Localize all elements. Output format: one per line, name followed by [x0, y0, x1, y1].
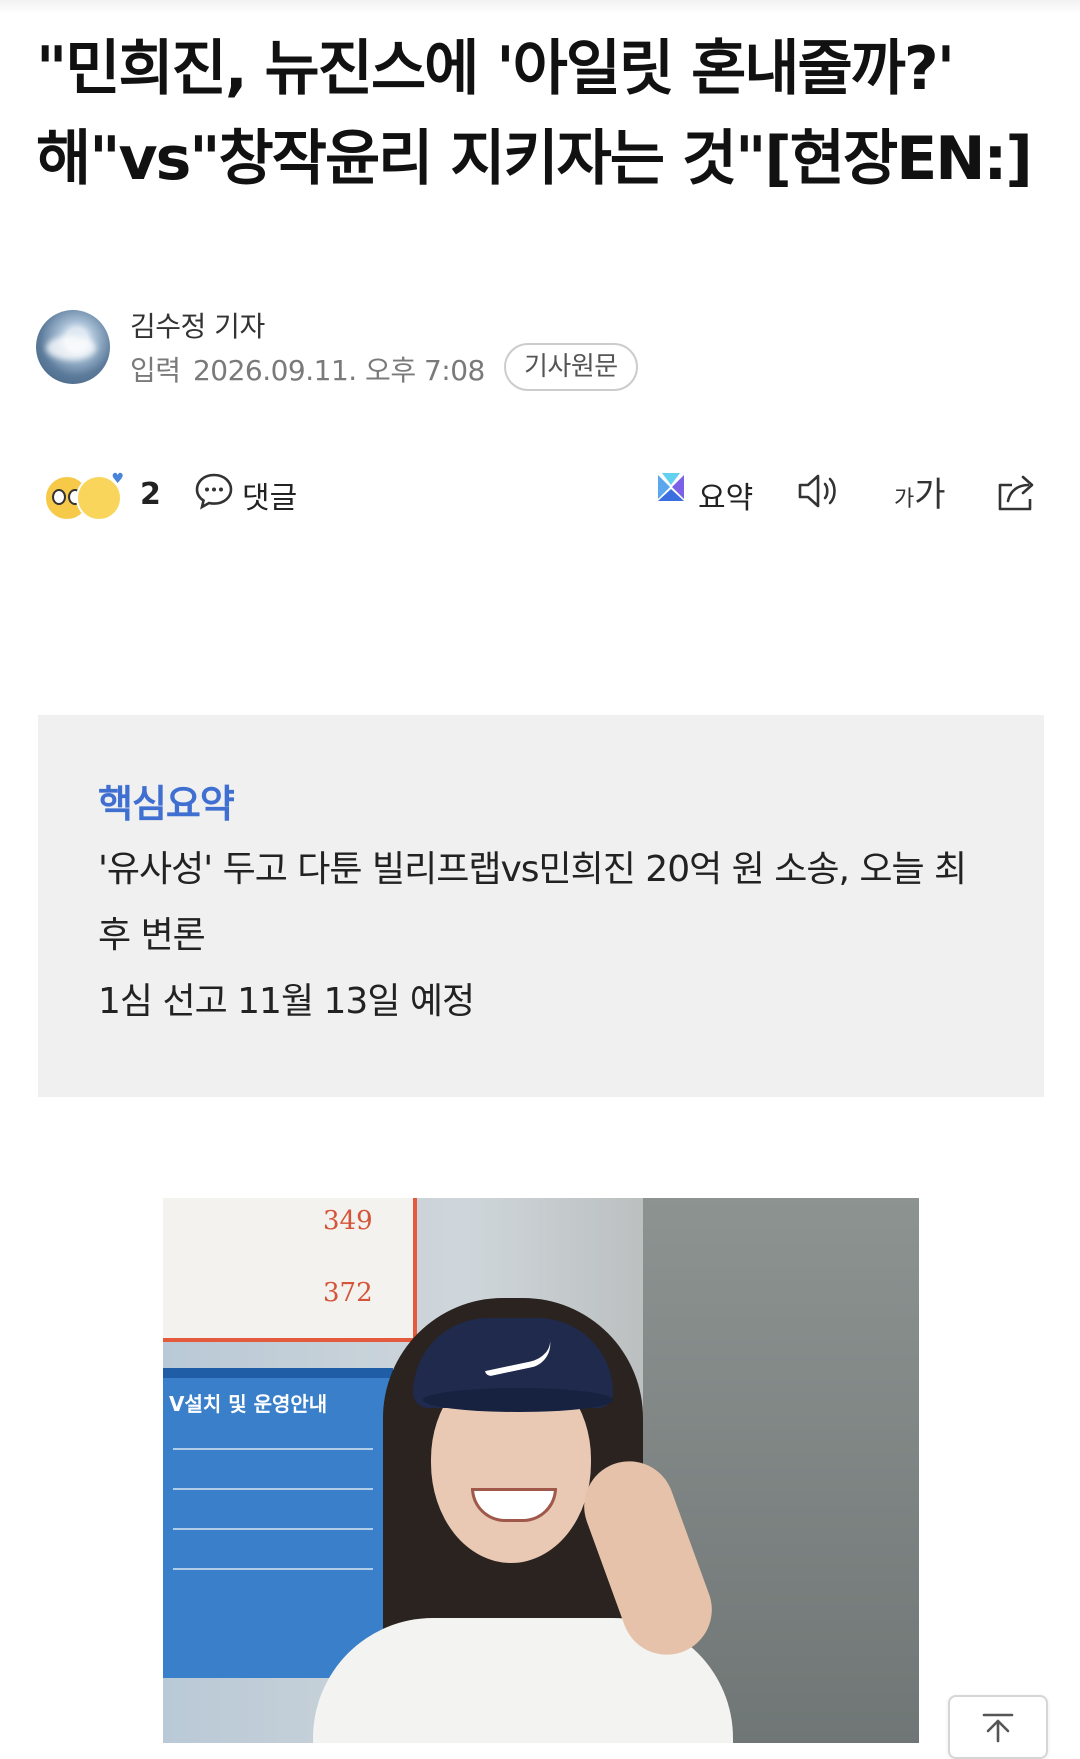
font-size-button[interactable]: 가가: [894, 467, 946, 516]
comment-label: 댓글: [242, 481, 298, 516]
font-small-glyph: 가: [894, 487, 915, 512]
board-number: 349: [323, 1206, 373, 1236]
key-summary-title: 핵심요약: [98, 782, 235, 826]
arrow-up-icon: [982, 1713, 1014, 1743]
speech-bubble-icon: [195, 473, 233, 510]
key-summary-list: '유사성' 두고 다툰 빌리프랩vs민희진 20억 원 소송, 오늘 최후 변론…: [98, 837, 998, 1035]
author-row: 김수정 기자 입력 2026.09.11. 오후 7:08 기사원문: [36, 305, 1036, 405]
article-headline: "민희진, 뉴진스에 '아일릿 혼내줄까?' 해"vs"창작윤리 지키자는 것"…: [36, 34, 1033, 194]
photo-board: 349 372: [163, 1198, 417, 1342]
ai-summary-icon: [658, 473, 684, 501]
smile-emoji-icon: ♥: [76, 471, 124, 521]
scroll-to-top-button[interactable]: [948, 1695, 1048, 1759]
top-fade: [0, 0, 1080, 14]
article-action-bar: ♥ 2 댓글 요약 가가: [36, 465, 1046, 535]
article-photo[interactable]: 349 372 V설치 및 운영안내: [163, 1198, 919, 1743]
publish-date: 입력 2026.09.11. 오후 7:08: [130, 349, 485, 389]
share-button[interactable]: [994, 471, 1040, 519]
author-avatar[interactable]: [36, 310, 110, 384]
ai-summary-button[interactable]: 요약: [652, 469, 753, 519]
board-number: 372: [323, 1278, 373, 1308]
listen-button[interactable]: [796, 471, 842, 515]
share-icon: [998, 475, 1034, 511]
font-big-glyph: 가: [914, 475, 946, 515]
publish-date-label: 입력: [130, 354, 181, 387]
speaker-icon: [798, 474, 836, 508]
key-summary-item: '유사성' 두고 다툰 빌리프랩vs민희진 20억 원 소송, 오늘 최후 변론: [98, 849, 967, 956]
photo-sign: V설치 및 운영안내: [163, 1368, 393, 1678]
key-summary-item: 1심 선고 11월 13일 예정: [98, 981, 475, 1022]
reaction-count: 2: [140, 477, 161, 512]
publish-date-value: 2026.09.11. 오후 7:08: [192, 354, 485, 387]
key-summary-box: 핵심요약 '유사성' 두고 다툰 빌리프랩vs민희진 20억 원 소송, 오늘 …: [38, 715, 1044, 1097]
person-cap-brim: [423, 1388, 613, 1412]
original-article-button[interactable]: 기사원문: [504, 343, 638, 391]
author-name[interactable]: 김수정 기자: [130, 305, 265, 345]
ai-summary-label: 요약: [698, 481, 754, 516]
sign-title: V설치 및 운영안내: [169, 1392, 328, 1416]
